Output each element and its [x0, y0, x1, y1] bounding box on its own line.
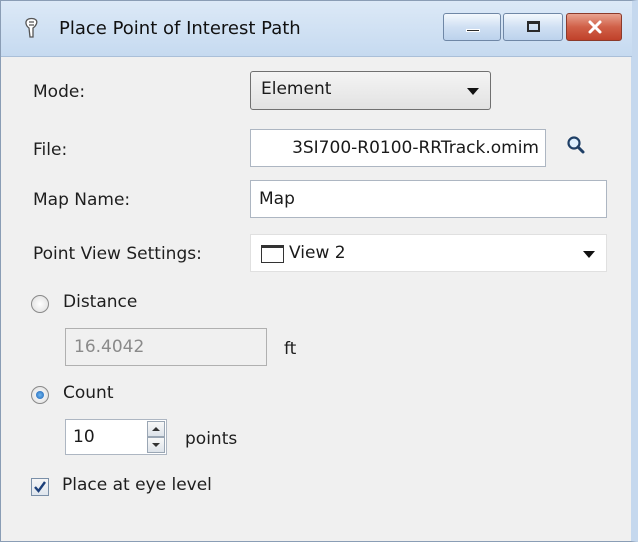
count-radio[interactable] — [31, 386, 49, 404]
window-title: Place Point of Interest Path — [59, 18, 301, 39]
stepper-buttons — [147, 421, 165, 453]
chevron-down-icon — [467, 88, 479, 95]
file-field[interactable]: 3SI700-R0100-RRTrack.omim — [250, 129, 546, 167]
count-value: 10 — [73, 427, 95, 447]
pin-icon — [21, 17, 43, 41]
mode-label: Mode: — [33, 82, 86, 102]
map-name-label: Map Name: — [33, 190, 131, 210]
point-view-dropdown[interactable]: View 2 — [250, 234, 607, 272]
checkmark-icon — [34, 481, 46, 493]
dialog-window: Place Point of Interest Path Mode: Eleme… — [0, 0, 638, 542]
stepper-up-button[interactable] — [147, 421, 165, 437]
stepper-down-button[interactable] — [147, 437, 165, 453]
mode-dropdown[interactable]: Element — [250, 71, 491, 110]
distance-field[interactable]: 16.4042 — [65, 328, 267, 366]
distance-unit: ft — [284, 339, 297, 359]
view-window-icon — [261, 245, 284, 263]
close-icon — [587, 19, 603, 39]
distance-radio[interactable] — [31, 295, 49, 313]
minimize-icon — [466, 29, 480, 32]
minimize-button[interactable] — [443, 13, 501, 41]
chevron-down-icon — [583, 251, 595, 258]
magnifier-icon[interactable] — [565, 134, 587, 160]
eye-level-checkbox[interactable] — [31, 478, 49, 496]
point-view-settings-label: Point View Settings: — [33, 244, 202, 264]
map-name-field[interactable]: Map — [250, 180, 607, 218]
chevron-up-icon — [152, 427, 160, 431]
count-unit: points — [185, 429, 238, 449]
maximize-button[interactable] — [503, 13, 563, 41]
file-label: File: — [33, 140, 68, 160]
title-bar[interactable]: Place Point of Interest Path — [1, 1, 632, 57]
maximize-icon — [527, 21, 540, 32]
count-label[interactable]: Count — [63, 383, 114, 403]
distance-value: 16.4042 — [74, 337, 145, 357]
map-name-value: Map — [259, 189, 295, 209]
close-button[interactable] — [566, 13, 622, 41]
count-stepper[interactable]: 10 — [65, 419, 167, 455]
eye-level-label[interactable]: Place at eye level — [62, 475, 212, 495]
point-view-value: View 2 — [289, 243, 346, 263]
mode-value: Element — [261, 79, 332, 99]
distance-label[interactable]: Distance — [63, 292, 137, 312]
file-value: 3SI700-R0100-RRTrack.omim — [292, 138, 539, 158]
radio-selected-dot — [36, 391, 44, 399]
chevron-down-icon — [152, 443, 160, 447]
